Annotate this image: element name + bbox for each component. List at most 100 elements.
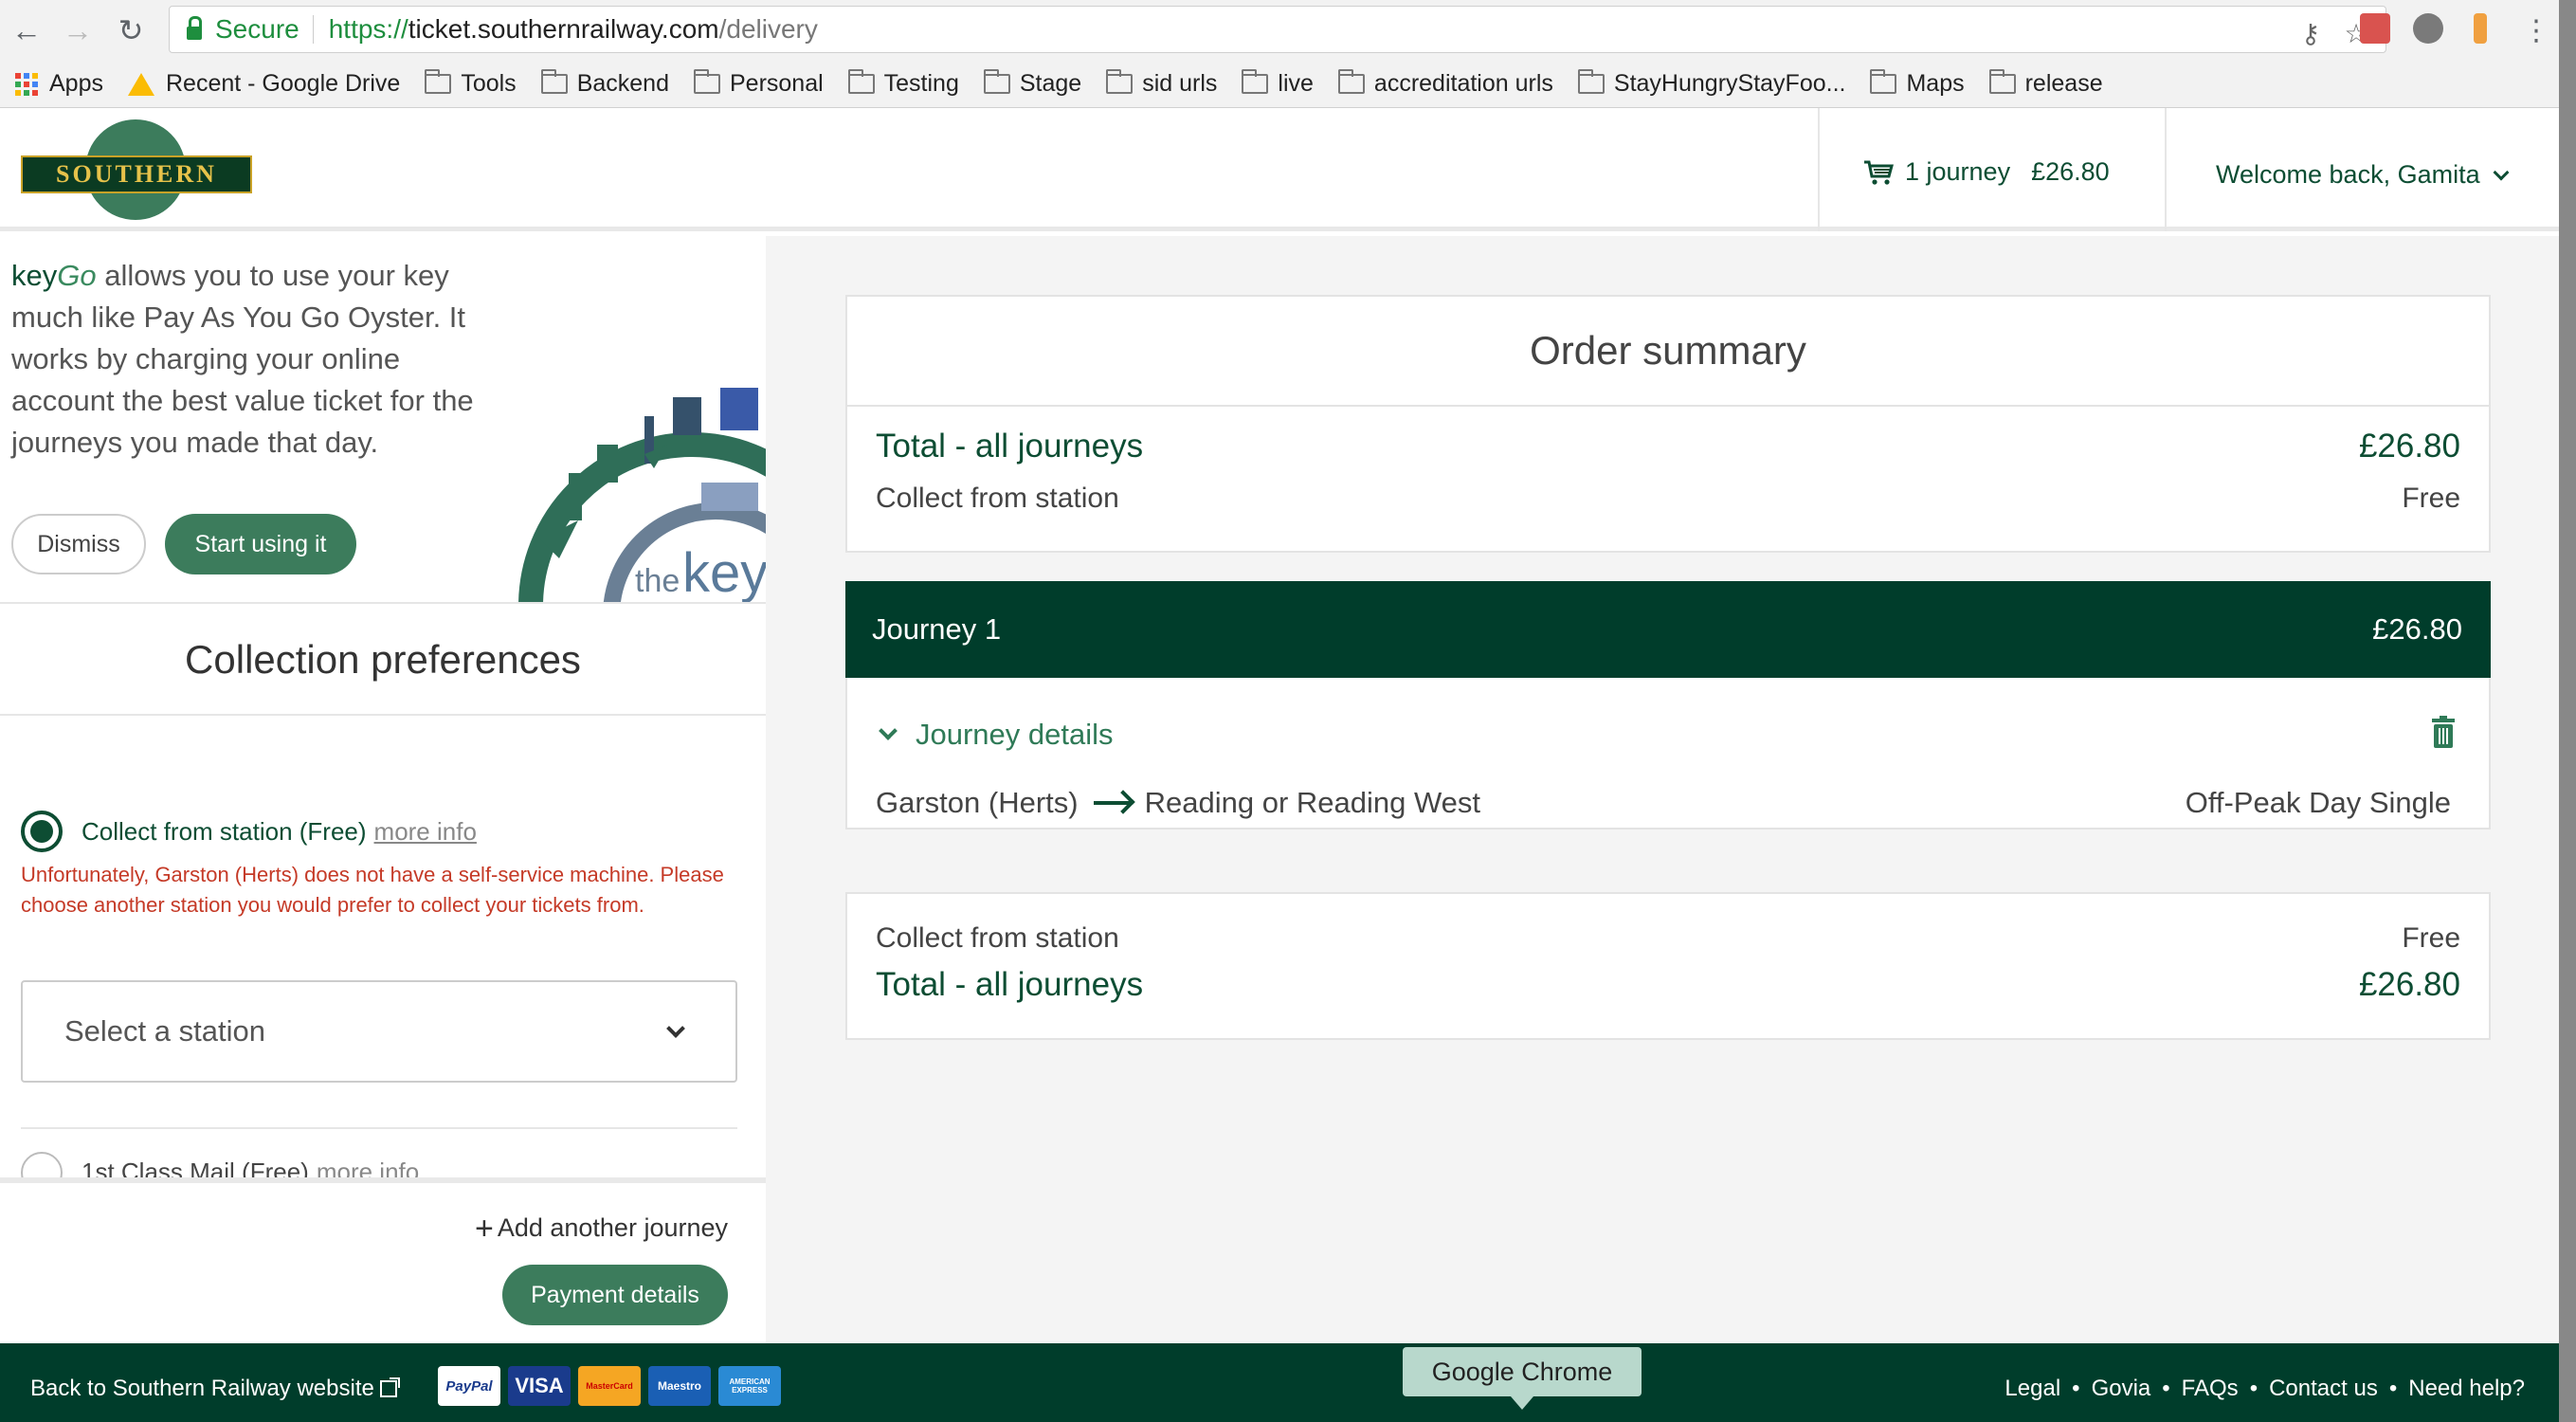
journey-details-card: Journey details Garston (Herts) Reading … <box>845 678 2491 830</box>
separator-dot: • <box>2249 1376 2259 1401</box>
collect-from-station-radio[interactable] <box>21 811 63 852</box>
plus-icon: + <box>474 1210 494 1247</box>
no-machine-warning: Unfortunately, Garston (Herts) does not … <box>21 863 724 917</box>
the-key-illustration: the key. <box>518 388 766 604</box>
collect-label: Collect from station <box>876 922 1119 954</box>
address-bar[interactable]: Secure https://ticket.southernrailway.co… <box>169 6 2386 53</box>
route-destination: Reading or Reading West <box>1144 786 1481 819</box>
bookmark-label: Maps <box>1906 70 1965 97</box>
collect-from-station-option[interactable]: Collect from station (Free) more info <box>82 817 477 847</box>
separator-dot: • <box>2162 1376 2170 1401</box>
header-divider <box>2165 108 2167 231</box>
menu-dots-icon[interactable]: ⋮ <box>2515 9 2557 51</box>
legal-link[interactable]: Legal <box>2005 1376 2060 1402</box>
key-icon[interactable]: ⚷ <box>2296 20 2325 48</box>
bookmark-label: live <box>1278 70 1314 97</box>
bookmark-label: Testing <box>883 70 959 97</box>
collection-preferences-title: Collection preferences <box>0 606 766 716</box>
bookmark-folder[interactable]: Tools <box>425 69 517 98</box>
brand-key-text: key. <box>682 542 766 604</box>
southern-logo[interactable]: SOUTHERN <box>21 119 252 220</box>
contact-us-link[interactable]: Contact us <box>2269 1376 2378 1402</box>
secure-label: Secure <box>215 14 299 44</box>
footer-links: Legal • Govia • FAQs • Contact us • Need hel… <box>2005 1376 2525 1402</box>
collect-value: Free <box>2402 922 2460 954</box>
journey-price: £26.80 <box>2372 612 2462 646</box>
need-help-link[interactable]: Need help? <box>2408 1376 2525 1402</box>
folder-icon <box>1870 69 1897 94</box>
bookmark-apps[interactable]: Apps <box>15 70 103 98</box>
order-totals-top: Total - all journeys £26.80 Collect from… <box>845 405 2491 553</box>
bookmark-label: sid urls <box>1142 70 1218 97</box>
separator-dot: • <box>2388 1376 2398 1401</box>
folder-icon <box>540 69 568 94</box>
folder-icon <box>1577 69 1605 94</box>
extension-chrome-icon[interactable] <box>2413 13 2443 44</box>
folder-icon <box>1337 69 1365 94</box>
extension-pen-icon[interactable] <box>2474 13 2487 44</box>
bookmark-folder[interactable]: Backend <box>540 69 669 98</box>
brand-the-text: the <box>635 563 680 599</box>
collect-label: Collect from station <box>876 483 1119 514</box>
reload-icon[interactable]: ↻ <box>110 9 152 51</box>
paypal-card-icon: PayPal <box>438 1366 500 1406</box>
visa-card-icon: VISA <box>508 1366 571 1406</box>
more-info-link[interactable]: more info <box>374 817 477 846</box>
forward-arrow-icon[interactable]: → <box>57 9 99 51</box>
bookmark-folder[interactable]: sid urls <box>1106 69 1218 98</box>
start-using-it-button[interactable]: Start using it <box>165 514 356 574</box>
bookmark-folder[interactable]: Maps <box>1870 69 1965 98</box>
journey-details-toggle[interactable]: Journey details <box>879 718 1114 752</box>
option-divider <box>21 1127 737 1129</box>
basket-count: 1 journey <box>1905 157 2011 186</box>
welcome-text: Welcome back, Gamita <box>2216 160 2480 189</box>
bookmark-folder[interactable]: accreditation urls <box>1337 69 1553 98</box>
folder-icon <box>1988 69 2016 94</box>
folder-icon <box>1242 69 1269 94</box>
omnibox-separator <box>312 15 314 44</box>
browser-toolbar: ← → ↻ Secure https://ticket.southernrail… <box>0 0 2576 61</box>
journey-route: Garston (Herts) Reading or Reading West <box>876 786 1480 820</box>
bookmark-label: Personal <box>729 70 824 97</box>
dismiss-button[interactable]: Dismiss <box>11 514 146 574</box>
journey-details-label: Journey details <box>916 718 1114 751</box>
option-label: Collect from station (Free) <box>82 817 367 846</box>
bookmark-folder[interactable]: StayHungryStayFoo... <box>1577 69 1846 98</box>
trash-icon[interactable] <box>2432 716 2455 748</box>
bookmark-label: accreditation urls <box>1373 70 1553 97</box>
payment-cards: PayPal VISA MasterCard Maestro AMERICAN … <box>438 1366 781 1406</box>
select-placeholder: Select a station <box>64 1014 265 1048</box>
arrow-right-icon <box>1093 801 1130 805</box>
faqs-link[interactable]: FAQs <box>2182 1376 2239 1402</box>
add-another-journey-link[interactable]: + Add another journey <box>474 1210 728 1247</box>
basket-summary[interactable]: 1 journey £26.80 <box>1863 157 2110 187</box>
apps-grid-icon <box>15 72 38 96</box>
chevron-down-icon <box>879 721 898 740</box>
extension-lastpass-icon[interactable] <box>2360 13 2390 44</box>
external-link-icon <box>379 1377 400 1397</box>
govia-link[interactable]: Govia <box>2092 1376 2151 1402</box>
total-label: Total - all journeys <box>876 966 1144 1003</box>
bookmark-folder[interactable]: Stage <box>983 69 1081 98</box>
window-edge <box>2559 0 2576 1422</box>
bookmark-folder[interactable]: Personal <box>693 69 824 98</box>
bookmark-folder[interactable]: release <box>1988 69 2103 98</box>
separator-dot: • <box>2072 1376 2080 1401</box>
payment-details-button[interactable]: Payment details <box>502 1265 728 1325</box>
bookmark-google-drive[interactable]: Recent - Google Drive <box>127 70 400 98</box>
account-menu[interactable]: Welcome back, Gamita <box>2216 160 2510 190</box>
promo-text: keyGo allows you to use your key much li… <box>11 255 504 464</box>
bookmark-label: release <box>2024 70 2103 97</box>
cart-icon <box>1864 160 1894 185</box>
keygo-promo: keyGo allows you to use your key much li… <box>0 236 766 604</box>
back-arrow-icon[interactable]: ← <box>6 9 47 51</box>
back-to-southern-link[interactable]: Back to Southern Railway website <box>30 1376 400 1402</box>
bookmark-label: StayHungryStayFoo... <box>1613 70 1846 97</box>
bookmark-folder[interactable]: Testing <box>847 69 959 98</box>
bookmark-label: Tools <box>461 70 517 97</box>
header-divider <box>1818 108 1820 231</box>
journey-title: Journey 1 <box>872 612 1002 646</box>
station-select[interactable]: Select a station <box>21 980 737 1083</box>
chevron-down-icon <box>2493 164 2510 180</box>
bookmark-folder[interactable]: live <box>1242 69 1314 98</box>
